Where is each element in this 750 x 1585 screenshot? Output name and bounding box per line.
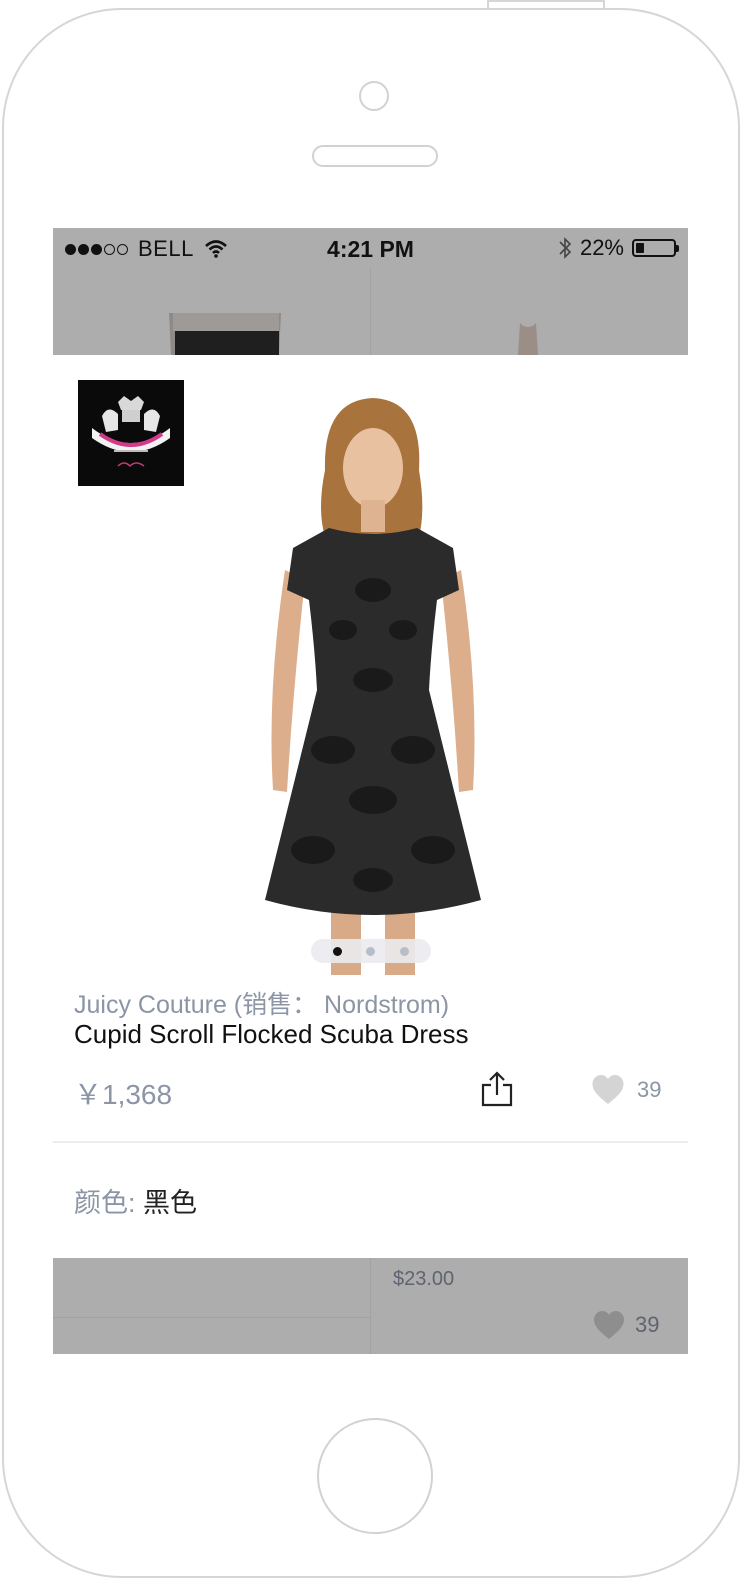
- background-like-button[interactable]: 39: [593, 1310, 659, 1340]
- color-option[interactable]: 颜色: 黑色: [74, 1181, 197, 1220]
- brand-and-retailer[interactable]: Juicy Couture (销售： Nordstrom): [74, 985, 449, 1021]
- battery-percent: 22%: [579, 235, 624, 260]
- bluetooth-icon: [559, 237, 572, 259]
- color-value: 黑色: [143, 1188, 198, 1218]
- product-image[interactable]: [233, 390, 513, 975]
- screen: BELL 4:21 PM 22% $23.00 39 Juicy Couture…: [53, 228, 688, 1354]
- background-item-price: $23.00: [393, 1268, 455, 1290]
- pager-dot[interactable]: [366, 946, 376, 956]
- front-camera: [359, 81, 389, 111]
- image-pager[interactable]: [311, 939, 431, 963]
- divider: [53, 1141, 688, 1143]
- status-right: 22%: [558, 235, 679, 261]
- background-product-image: [508, 323, 548, 355]
- share-icon[interactable]: [480, 1071, 514, 1107]
- battery-level: [636, 243, 644, 253]
- product-title: Cupid Scroll Flocked Scuba Dress: [74, 1019, 469, 1049]
- phone-side-button: [487, 0, 605, 8]
- earpiece-speaker: [312, 145, 438, 167]
- grid-divider: [53, 1317, 370, 1318]
- battery-icon: [632, 239, 679, 257]
- background-product-image: [161, 313, 291, 355]
- heart-icon: [592, 1075, 624, 1104]
- background-like-count: 39: [635, 1312, 660, 1337]
- status-bar: BELL 4:21 PM 22%: [53, 228, 688, 268]
- product-card: Juicy Couture (销售： Nordstrom) Cupid Scro…: [53, 355, 688, 1258]
- brand-logo: [78, 380, 184, 486]
- home-button[interactable]: [317, 1418, 433, 1534]
- pager-dot[interactable]: [333, 946, 343, 956]
- heart-icon: [594, 1311, 624, 1339]
- color-label: 颜色:: [74, 1188, 144, 1218]
- pager-dot[interactable]: [399, 946, 409, 956]
- like-button[interactable]: 39: [591, 1074, 661, 1105]
- product-price: ￥1,368: [74, 1079, 173, 1110]
- like-count: 39: [637, 1076, 662, 1102]
